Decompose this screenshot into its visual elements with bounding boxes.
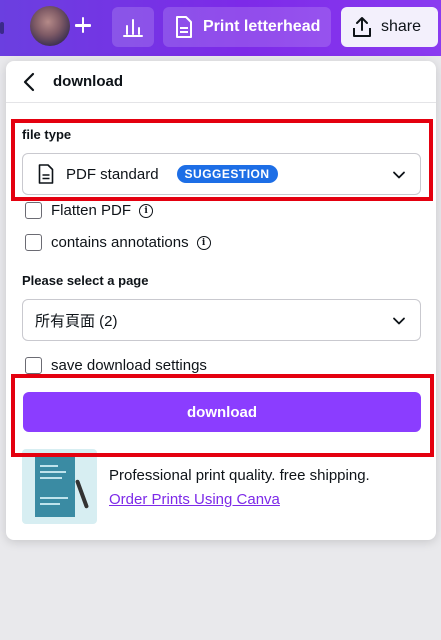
flatten-pdf-checkbox[interactable] bbox=[25, 202, 42, 219]
page-select-value: 所有頁面 (2) bbox=[35, 312, 118, 330]
page-select[interactable]: 所有頁面 (2) bbox=[22, 299, 421, 341]
panel-header: download bbox=[6, 61, 436, 103]
document-icon bbox=[176, 16, 192, 38]
share-icon bbox=[353, 17, 371, 37]
annotations-label: contains annotations bbox=[51, 234, 189, 251]
chevron-down-icon bbox=[393, 317, 405, 325]
order-prints-link[interactable]: Order Prints Using Canva bbox=[109, 491, 280, 508]
add-collaborator-button[interactable] bbox=[72, 14, 94, 36]
share-button[interactable]: share bbox=[341, 7, 438, 47]
info-icon[interactable]: i bbox=[139, 203, 154, 218]
bar-chart-icon bbox=[123, 19, 143, 37]
avatar[interactable] bbox=[30, 6, 70, 46]
menu-edge bbox=[0, 22, 4, 34]
print-preview-thumbnail bbox=[22, 449, 97, 524]
share-label: share bbox=[381, 18, 422, 35]
flatten-pdf-option[interactable]: Flatten PDF i bbox=[25, 202, 154, 219]
page-select-label: Please select a page bbox=[22, 273, 149, 288]
print-label: Print letterhead bbox=[203, 18, 321, 35]
promo-text: Professional print quality. free shippin… bbox=[109, 467, 370, 484]
save-settings-label: save download settings bbox=[51, 357, 207, 374]
info-icon[interactable]: i bbox=[196, 235, 211, 250]
contains-annotations-option[interactable]: contains annotations i bbox=[25, 234, 211, 251]
file-type-highlight bbox=[11, 119, 433, 201]
back-arrow-icon[interactable] bbox=[20, 71, 40, 93]
insights-button[interactable] bbox=[112, 7, 154, 47]
download-highlight bbox=[11, 374, 434, 457]
flatten-pdf-label: Flatten PDF bbox=[51, 202, 132, 219]
save-settings-option[interactable]: save download settings bbox=[25, 357, 207, 374]
annotations-checkbox[interactable] bbox=[25, 234, 42, 251]
print-letterhead-button[interactable]: Print letterhead bbox=[163, 7, 331, 47]
panel-title: download bbox=[53, 73, 123, 90]
save-settings-checkbox[interactable] bbox=[25, 357, 42, 374]
top-bar: Print letterhead share bbox=[0, 0, 441, 56]
